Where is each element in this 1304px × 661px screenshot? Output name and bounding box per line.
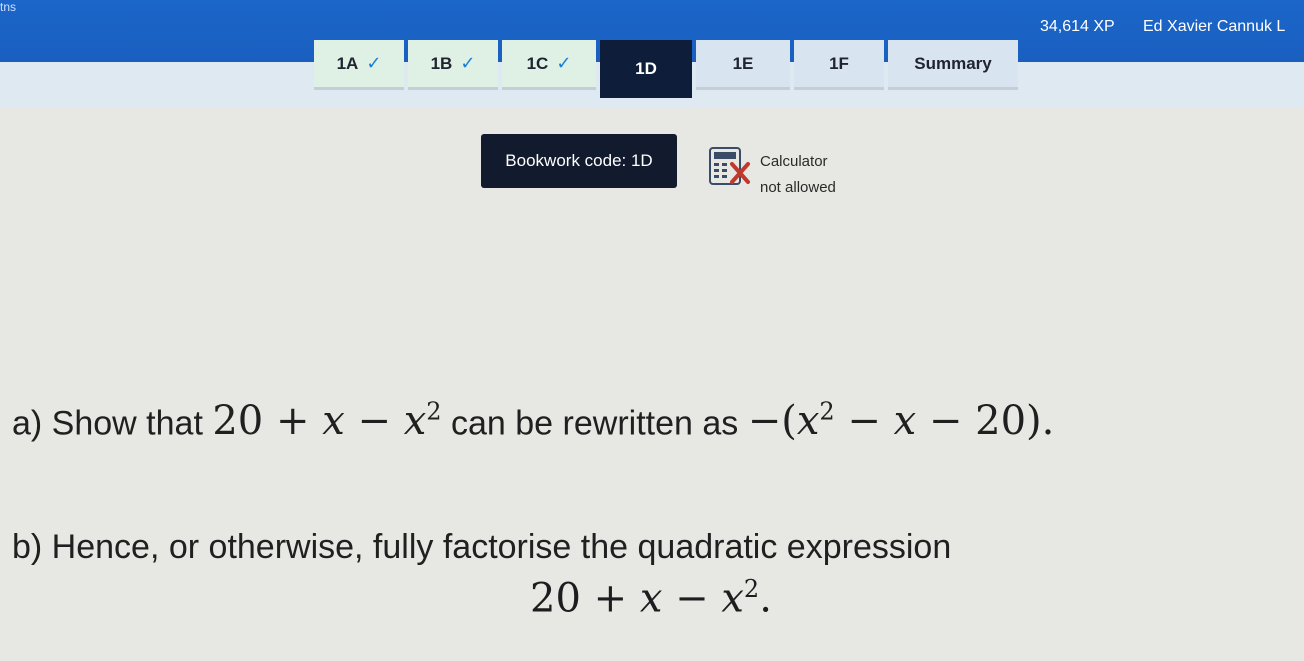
tab-label: 1F xyxy=(829,53,849,73)
question-a-middle: can be rewritten as xyxy=(451,404,739,443)
tab-label: 1E xyxy=(732,53,754,73)
tab-label: Summary xyxy=(914,53,992,73)
task-tabs: 1A ✓ 1B ✓ 1C ✓ 1D 1E 1F Summary xyxy=(314,40,1022,98)
calculator-line2: not allowed xyxy=(760,179,836,196)
bookwork-code-label: Bookwork code: 1D xyxy=(505,151,653,170)
xp-counter: 34,614 XP xyxy=(1040,18,1115,35)
tab-label: 1A xyxy=(336,53,359,73)
calculator-status: Calculator not allowed xyxy=(760,149,836,201)
check-icon: ✓ xyxy=(366,53,382,73)
tab-label: 1C xyxy=(526,53,549,73)
tab-label: 1D xyxy=(635,59,657,78)
check-icon: ✓ xyxy=(556,53,572,73)
bookwork-code-badge: Bookwork code: 1D xyxy=(481,134,677,188)
tab-label: 1B xyxy=(430,53,453,73)
tab-1b[interactable]: 1B ✓ xyxy=(408,40,498,90)
tab-1d[interactable]: 1D xyxy=(600,40,692,98)
question-a-prefix: a) Show that xyxy=(12,404,203,443)
calculator-line1: Calculator xyxy=(760,153,828,170)
math-expression: 20 + x − x2 xyxy=(212,398,442,445)
top-corner-text: tns xyxy=(0,0,17,14)
tab-1f[interactable]: 1F xyxy=(794,40,884,90)
tab-1c[interactable]: 1C ✓ xyxy=(502,40,596,90)
math-expression: −(x2 − x − 20). xyxy=(747,398,1055,445)
tab-1e[interactable]: 1E xyxy=(696,40,790,90)
math-expression: 20 + x − x2. xyxy=(530,575,772,622)
question-b: b) Hence, or otherwise, fully factorise … xyxy=(12,528,951,567)
question-a: a) Show that 20 + x − x2 can be rewritte… xyxy=(12,398,1054,444)
question-b-text: b) Hence, or otherwise, fully factorise … xyxy=(12,528,952,566)
calculator-crossed-icon xyxy=(709,147,750,185)
tab-summary[interactable]: Summary xyxy=(888,40,1018,90)
check-icon: ✓ xyxy=(460,53,476,73)
user-name[interactable]: Ed Xavier Cannuk L xyxy=(1143,18,1285,36)
tab-1a[interactable]: 1A ✓ xyxy=(314,40,404,90)
